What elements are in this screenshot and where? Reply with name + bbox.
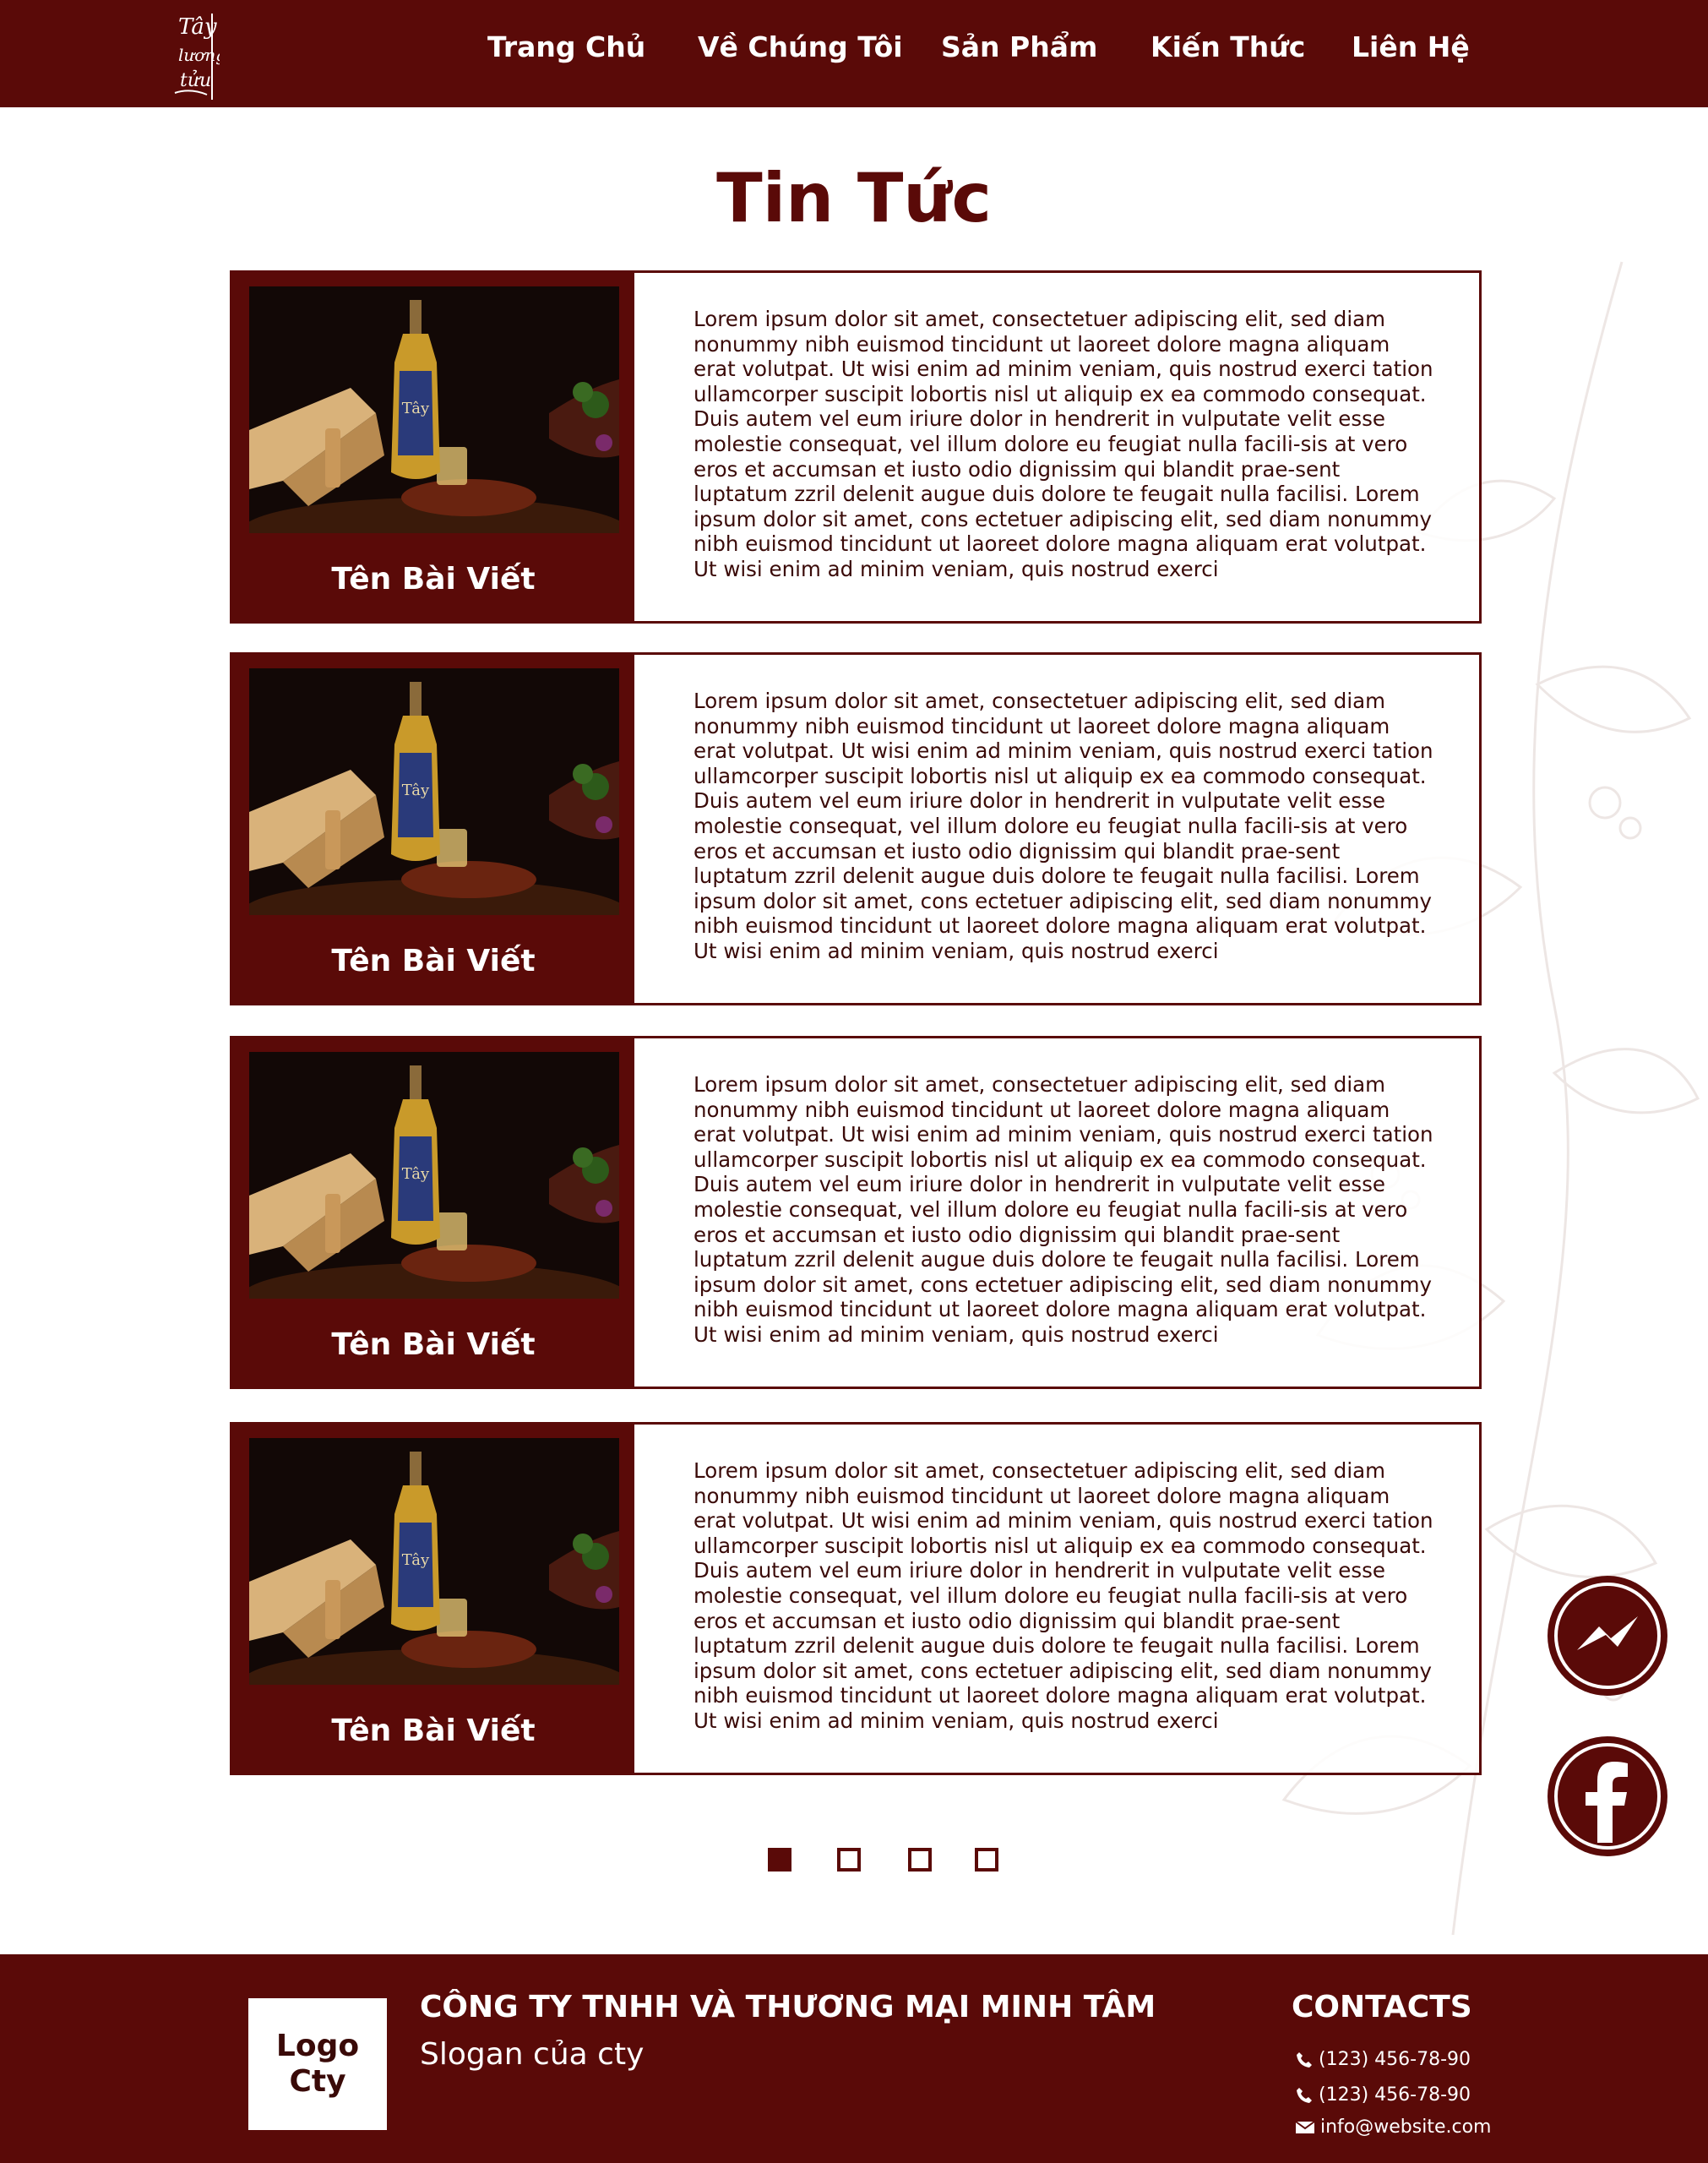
phone-icon (1297, 2051, 1312, 2068)
company-slogan: Slogan của cty (420, 2037, 645, 2072)
phone-icon (1297, 2087, 1312, 2103)
post-title[interactable]: Tên Bài Viết (232, 562, 634, 597)
post-excerpt: Lorem ipsum dolor sit amet, consectetuer… (694, 1072, 1433, 1347)
svg-text:Tây: Tây (402, 1165, 430, 1183)
post-title[interactable]: Tên Bài Viết (232, 944, 634, 978)
svg-text:Tây: Tây (402, 1551, 430, 1569)
card-thumbnail-panel: Tây Tên Bài Viết (232, 273, 634, 621)
svg-text:Tây: Tây (402, 782, 430, 799)
footer: Logo Cty CÔNG TY TNHH VÀ THƯƠNG MẠI MINH… (0, 1954, 1708, 2163)
phone-number: (123) 456-78-90 (1319, 2084, 1471, 2106)
phone-number: (123) 456-78-90 (1319, 2049, 1471, 2070)
card-thumbnail-panel: Tây Tên Bài Viết (232, 1425, 634, 1773)
card-thumbnail-panel: Tây Tên Bài Viết (232, 655, 634, 1003)
facebook-button[interactable] (1548, 1736, 1667, 1856)
pagination-dot-4[interactable] (975, 1848, 998, 1872)
news-card[interactable]: Tây Tên Bài Viết Lorem ipsum dolor sit a… (230, 652, 1482, 1005)
company-name: CÔNG TY TNHH VÀ THƯƠNG MẠI MINH TÂM (420, 1990, 1156, 2024)
news-card[interactable]: Tây Tên Bài Viết Lorem ipsum dolor sit a… (230, 1422, 1482, 1775)
nav-item-home[interactable]: Trang Chủ (487, 30, 645, 63)
news-card[interactable]: Tây Tên Bài Viết Lorem ipsum dolor sit a… (230, 270, 1482, 624)
post-image[interactable]: Tây (249, 668, 619, 915)
nav-item-contact[interactable]: Liên Hệ (1352, 30, 1470, 63)
email-address: info@website.com (1320, 2117, 1492, 2138)
post-image[interactable]: Tây (249, 286, 619, 533)
contact-email[interactable]: info@website.com (1295, 2117, 1491, 2138)
svg-text:Tây: Tây (402, 400, 430, 417)
contacts-heading: CONTACTS (1292, 1990, 1472, 2024)
pagination-dot-1[interactable] (768, 1848, 791, 1872)
facebook-icon (1586, 1762, 1628, 1843)
post-excerpt: Lorem ipsum dolor sit amet, consectetuer… (694, 1458, 1433, 1733)
svg-text:lương: lương (178, 45, 220, 65)
contact-phone-2[interactable]: (123) 456-78-90 (1295, 2084, 1471, 2106)
post-title[interactable]: Tên Bài Viết (232, 1714, 634, 1748)
post-excerpt: Lorem ipsum dolor sit amet, consectetuer… (694, 307, 1433, 581)
nav-item-knowledge[interactable]: Kiến Thức (1150, 30, 1305, 63)
svg-text:tửu: tửu (180, 69, 211, 91)
pagination-dot-2[interactable] (837, 1848, 861, 1872)
post-image[interactable]: Tây (249, 1438, 619, 1685)
messenger-icon (1577, 1616, 1638, 1650)
post-image[interactable]: Tây (249, 1052, 619, 1299)
brand-logo[interactable]: Tây lương tửu (173, 8, 220, 103)
card-thumbnail-panel: Tây Tên Bài Viết (232, 1038, 634, 1387)
top-navbar: Tây lương tửu Trang Chủ Về Chúng Tôi Sản… (0, 0, 1708, 107)
mail-icon (1295, 2120, 1315, 2133)
post-excerpt: Lorem ipsum dolor sit amet, consectetuer… (694, 689, 1433, 963)
post-title[interactable]: Tên Bài Viết (232, 1327, 634, 1362)
footer-logo[interactable]: Logo Cty (248, 1998, 387, 2130)
pagination-dot-3[interactable] (908, 1848, 932, 1872)
page-title: Tin Tức (716, 159, 992, 237)
nav-item-about[interactable]: Về Chúng Tôi (698, 30, 903, 63)
news-card[interactable]: Tây Tên Bài Viết Lorem ipsum dolor sit a… (230, 1036, 1482, 1389)
svg-text:Tây: Tây (178, 14, 217, 40)
contact-phone-1[interactable]: (123) 456-78-90 (1295, 2049, 1471, 2070)
nav-item-products[interactable]: Sản Phẩm (941, 30, 1097, 63)
messenger-button[interactable] (1548, 1576, 1667, 1696)
